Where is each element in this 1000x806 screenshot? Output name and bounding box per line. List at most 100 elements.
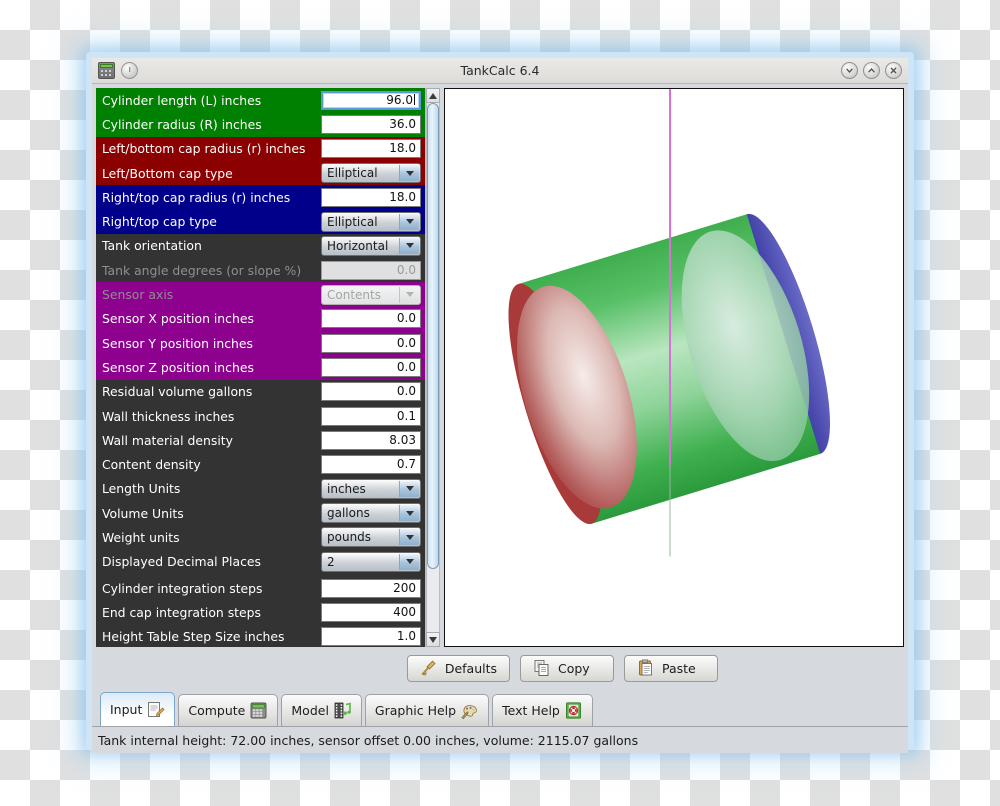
parameter-input[interactable]: 0.0	[321, 309, 421, 329]
scrollbar-thumb[interactable]	[427, 103, 439, 569]
parameter-select[interactable]: Horizontal	[321, 235, 421, 256]
copy-pages-icon	[533, 659, 551, 677]
parameter-label: Right/top cap type	[102, 214, 217, 230]
input-value: 18.0	[389, 141, 416, 156]
input-value: 1.0	[396, 628, 416, 643]
parameter-select[interactable]: Elliptical	[321, 163, 421, 184]
parameter-input[interactable]: 0.0	[321, 357, 421, 377]
parameter-row: Sensor axis Contents	[96, 282, 425, 307]
parameter-input[interactable]: 0.0	[321, 333, 421, 353]
parameter-input[interactable]: 36.0	[321, 114, 421, 134]
scroll-up-arrow[interactable]	[426, 88, 440, 103]
input-value: 0.7	[396, 457, 416, 472]
input-value: 400	[393, 604, 416, 619]
parameter-row: Cylinder length (L) inches 96.0	[96, 88, 425, 113]
parameter-label: Content density	[102, 457, 201, 473]
parameter-label: Length Units	[102, 481, 181, 497]
chevron-down-icon[interactable]	[399, 286, 419, 303]
parameter-input[interactable]: 0.7	[321, 455, 421, 475]
palette-icon	[460, 701, 479, 720]
chevron-down-icon[interactable]	[399, 553, 419, 570]
title-bar[interactable]: TankCalc 6.4	[92, 58, 908, 84]
select-value: pounds	[327, 530, 372, 545]
film-note-icon	[333, 701, 352, 720]
button-label: Copy	[558, 660, 590, 676]
parameter-input[interactable]: 200	[321, 579, 421, 599]
input-value: 0.1	[396, 408, 416, 423]
parameter-select[interactable]: 2	[321, 551, 421, 572]
parameter-row: Volume Units gallons	[96, 501, 425, 526]
tab-strip: Input Compute Model Graphic Help Text Help	[92, 689, 908, 727]
parameter-label: Cylinder length (L) inches	[102, 92, 262, 108]
chevron-down-icon[interactable]	[399, 480, 419, 497]
paste-button[interactable]: Paste	[624, 654, 718, 682]
parameter-input: 0.0	[321, 260, 421, 280]
select-value: Elliptical	[327, 166, 378, 181]
parameter-label: Right/top cap radius (r) inches	[102, 189, 291, 205]
parameter-label: End cap integration steps	[102, 604, 261, 620]
copy-button[interactable]: Copy	[520, 654, 614, 682]
tab-model[interactable]: Model	[281, 694, 362, 726]
chevron-down-icon[interactable]	[399, 213, 419, 230]
parameter-label: Tank orientation	[102, 238, 202, 254]
input-value: 0.0	[396, 335, 416, 350]
parameter-input[interactable]: 400	[321, 602, 421, 622]
chevron-down-icon[interactable]	[399, 237, 419, 254]
parameter-select[interactable]: inches	[321, 478, 421, 499]
parameter-row: Left/bottom cap radius (r) inches 18.0	[96, 136, 425, 161]
calculator-screen	[100, 64, 113, 68]
tank-3d-render	[508, 89, 830, 557]
parameter-label: Residual volume gallons	[102, 384, 253, 400]
parameter-row: Sensor Y position inches 0.0	[96, 330, 425, 356]
input-value: 18.0	[389, 189, 416, 204]
parameter-input[interactable]: 0.1	[321, 406, 421, 426]
parameters-scrollbar[interactable]	[425, 88, 440, 647]
minimize-button[interactable]	[841, 62, 858, 79]
tank-graphic-panel[interactable]	[444, 88, 904, 647]
parameter-row: Wall thickness inches 0.1	[96, 403, 425, 429]
parameter-select[interactable]: pounds	[321, 527, 421, 548]
tab-label: Model	[291, 703, 329, 718]
parameter-input[interactable]: 18.0	[321, 139, 421, 159]
select-value: Elliptical	[327, 214, 378, 229]
action-toolbar: Defaults Copy Paste	[92, 647, 908, 689]
maximize-button[interactable]	[863, 62, 880, 79]
chevron-down-icon	[846, 68, 853, 74]
parameter-label: Height Table Step Size inches	[102, 628, 285, 644]
parameter-select[interactable]: Elliptical	[321, 211, 421, 232]
parameter-input[interactable]: 96.0	[321, 90, 421, 110]
parameter-input[interactable]: 1.0	[321, 626, 421, 646]
calculator-keypad	[100, 69, 113, 77]
parameter-select[interactable]: gallons	[321, 503, 421, 524]
parameter-row: Wall material density 8.03	[96, 428, 425, 453]
close-button[interactable]	[885, 62, 902, 79]
status-bar: Tank internal height: 72.00 inches, sens…	[92, 727, 908, 753]
input-value: 8.03	[389, 432, 416, 447]
parameter-input[interactable]: 0.0	[321, 382, 421, 402]
chevron-down-icon[interactable]	[399, 165, 419, 182]
tab-input[interactable]: Input	[100, 692, 176, 726]
parameter-label: Sensor X position inches	[102, 311, 254, 327]
notepad-pencil-icon	[146, 700, 165, 719]
tab-graphic-help[interactable]: Graphic Help	[364, 694, 490, 726]
tab-text-help[interactable]: Text Help	[492, 694, 593, 726]
scroll-down-arrow[interactable]	[426, 632, 440, 647]
chevron-up-icon	[868, 67, 875, 73]
parameter-row: Cylinder integration steps 200	[96, 573, 425, 600]
lifesaver-book-icon	[564, 701, 583, 720]
window-menu-button[interactable]	[121, 62, 138, 79]
status-text: Tank internal height: 72.00 inches, sens…	[98, 732, 639, 748]
window-title: TankCalc 6.4	[460, 63, 540, 78]
parameter-input[interactable]: 8.03	[321, 430, 421, 450]
input-value: 200	[393, 581, 416, 596]
input-value: 0.0	[396, 262, 416, 277]
parameter-row: Tank angle degrees (or slope %) 0.0	[96, 258, 425, 283]
defaults-button[interactable]: Defaults	[406, 654, 510, 682]
scrollbar-track[interactable]	[426, 103, 440, 632]
close-icon	[890, 67, 897, 74]
chevron-down-icon[interactable]	[399, 529, 419, 546]
chevron-down-icon[interactable]	[399, 505, 419, 522]
tab-compute[interactable]: Compute	[178, 694, 279, 726]
parameter-label: Sensor Y position inches	[102, 335, 253, 351]
parameter-input[interactable]: 18.0	[321, 187, 421, 207]
